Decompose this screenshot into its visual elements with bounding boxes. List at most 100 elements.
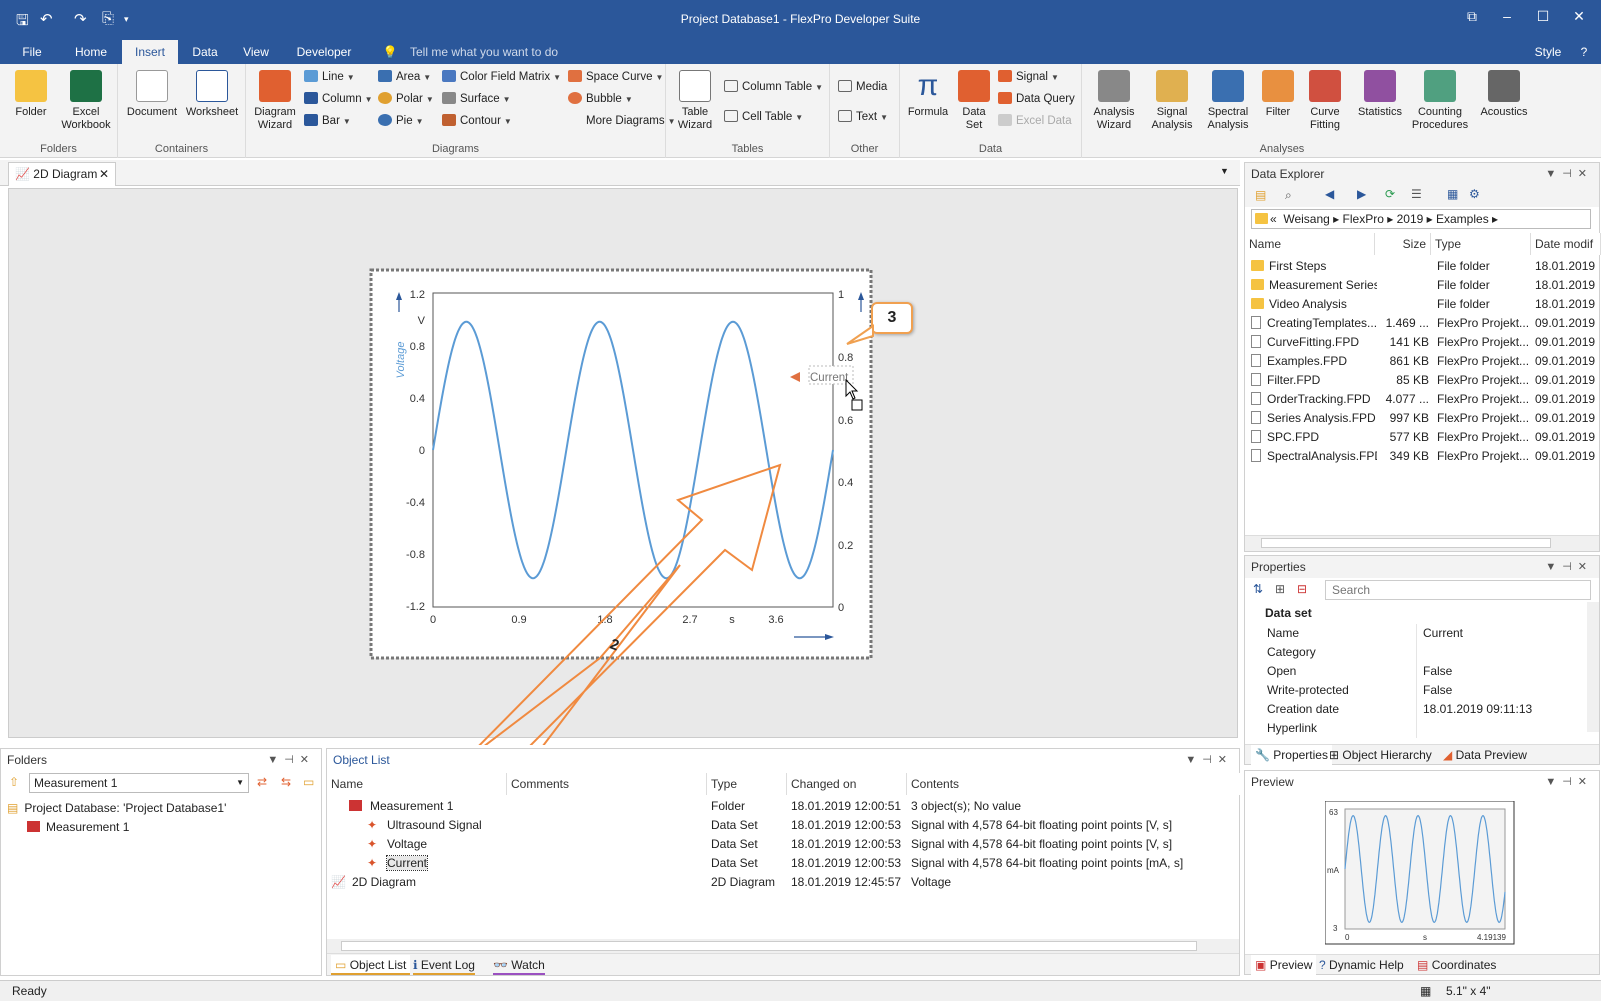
property-row[interactable]: Category: [1245, 643, 1587, 662]
explorer-row[interactable]: Video Analysis File folder 18.01.2019: [1245, 295, 1599, 314]
explorer-row[interactable]: SPC.FPD 577 KB FlexPro Projekt... 09.01.…: [1245, 428, 1599, 447]
maximize-button[interactable]: ☐: [1528, 8, 1558, 25]
property-key: Hyperlink: [1267, 719, 1417, 738]
curve-fitting-icon: [1309, 70, 1341, 102]
explorer-toolbar: ▤ ⌕ ◀ ▶ ⟳ ☰ ▦ ⚙: [1245, 185, 1599, 207]
ribbon-display-icon[interactable]: ⧉: [1457, 8, 1487, 25]
file-size: 4.077 ...: [1385, 392, 1429, 406]
explorer-row[interactable]: Filter.FPD 85 KB FlexPro Projekt... 09.0…: [1245, 371, 1599, 390]
help-icon[interactable]: ?: [1576, 40, 1592, 64]
acoustics-button[interactable]: Acoustics: [1476, 70, 1532, 119]
address-bar[interactable]: « Weisang ▸ FlexPro ▸ 2019 ▸ Examples ▸: [1251, 209, 1591, 229]
counting-procedures-button[interactable]: Counting Procedures: [1408, 70, 1472, 132]
explorer-row[interactable]: CreatingTemplates.... 1.469 ... FlexPro …: [1245, 314, 1599, 333]
col-name[interactable]: Name: [327, 773, 507, 795]
minimize-button[interactable]: –: [1492, 8, 1522, 24]
panel-controls[interactable]: ▼⊣✕: [1545, 163, 1593, 185]
explorer-row[interactable]: Measurement Series File folder 18.01.201…: [1245, 276, 1599, 295]
explorer-row[interactable]: First Steps File folder 18.01.2019: [1245, 257, 1599, 276]
database-icon[interactable]: ▤: [1255, 188, 1266, 202]
horizontal-scrollbar[interactable]: [327, 939, 1239, 953]
object-changed: 18.01.2019 12:00:53: [791, 818, 902, 832]
curve-fitting-button[interactable]: Curve Fitting: [1300, 70, 1350, 132]
close-button[interactable]: ✕: [1564, 8, 1594, 25]
tab-coordinates[interactable]: ▤ Coordinates: [1417, 955, 1496, 975]
col-size[interactable]: Size: [1375, 233, 1431, 255]
object-row[interactable]: Measurement 1 Folder 18.01.2019 12:00:51…: [327, 797, 1239, 816]
explorer-row[interactable]: CurveFitting.FPD 141 KB FlexPro Projekt.…: [1245, 333, 1599, 352]
col-changed-on[interactable]: Changed on: [787, 773, 907, 795]
property-row[interactable]: Creation date 18.01.2019 09:11:13: [1245, 700, 1587, 719]
file-name: CreatingTemplates....: [1267, 316, 1377, 330]
tab-event-log[interactable]: ℹ Event Log: [413, 955, 475, 975]
properties-search-input[interactable]: [1325, 580, 1591, 600]
explorer-row[interactable]: Series Analysis.FPD 997 KB FlexPro Proje…: [1245, 409, 1599, 428]
file-type: FlexPro Projekt...: [1437, 335, 1530, 349]
delete-icon[interactable]: ⊟: [1297, 582, 1307, 596]
file-type: FlexPro Projekt...: [1437, 430, 1530, 444]
panel-controls[interactable]: ▼⊣✕: [1545, 771, 1593, 793]
back-icon[interactable]: ◀: [1325, 187, 1334, 201]
properties-tabs: 🔧 Properties ⊞ Object Hierarchy ◢ Data P…: [1245, 744, 1599, 765]
y-tick: 0.8: [410, 341, 425, 353]
new-folder-icon[interactable]: ⇄: [257, 775, 267, 789]
object-row[interactable]: 📈 2D Diagram 2D Diagram 18.01.2019 12:45:…: [327, 873, 1239, 892]
move-folder-icon[interactable]: ⇆: [281, 775, 291, 789]
diagram-frame[interactable]: [369, 268, 873, 660]
file-date: 09.01.2019: [1535, 430, 1596, 444]
property-row[interactable]: Open False: [1245, 662, 1587, 681]
property-row[interactable]: Name Current: [1245, 624, 1587, 643]
statistics-button[interactable]: Statistics: [1352, 70, 1408, 119]
object-row[interactable]: ✦ Current Data Set 18.01.2019 12:00:53 Si…: [327, 854, 1239, 873]
sort-icon[interactable]: ⇅: [1253, 582, 1263, 596]
panel-controls[interactable]: ▼⊣✕: [1545, 556, 1593, 578]
col-type[interactable]: Type: [1431, 233, 1531, 255]
panel-controls[interactable]: ▼⊣✕: [267, 749, 315, 771]
refresh-icon[interactable]: ⟳: [1385, 187, 1395, 201]
view-icon[interactable]: ☰: [1411, 187, 1422, 201]
file-size: 861 KB: [1389, 354, 1429, 368]
tab-properties[interactable]: 🔧 Properties: [1251, 745, 1332, 765]
y2-tick: 0.8: [838, 352, 853, 364]
explorer-row[interactable]: Examples.FPD 861 KB FlexPro Projekt... 0…: [1245, 352, 1599, 371]
object-name: Voltage: [387, 837, 428, 851]
panel-controls[interactable]: ▼⊣✕: [1185, 749, 1233, 771]
folder-dropdown[interactable]: Measurement 1 ▼: [29, 773, 249, 793]
col-name[interactable]: Name: [1245, 233, 1375, 255]
up-folder-icon[interactable]: ⇧: [9, 775, 19, 789]
folder-icon: [349, 800, 362, 811]
object-row[interactable]: ✦ Voltage Data Set 18.01.2019 12:00:53 Si…: [327, 835, 1239, 854]
object-changed: 18.01.2019 12:45:57: [791, 875, 902, 889]
col-comments[interactable]: Comments: [507, 773, 707, 795]
tab-object-hierarchy[interactable]: ⊞ Object Hierarchy: [1329, 745, 1432, 765]
tab-preview[interactable]: ▣ Preview: [1251, 955, 1317, 975]
col-type[interactable]: Type: [707, 773, 787, 795]
filter-button[interactable]: Filter: [1258, 70, 1298, 119]
explorer-row[interactable]: SpectralAnalysis.FPD 349 KB FlexPro Proj…: [1245, 447, 1599, 466]
file-icon: [1251, 373, 1261, 386]
object-row[interactable]: ✦ Ultrasound Signal Data Set 18.01.2019 1…: [327, 816, 1239, 835]
open-folder-icon[interactable]: ▭: [303, 775, 314, 789]
tree-item-database[interactable]: ▤ Project Database: 'Project Database1': [1, 799, 321, 818]
callout-3: 3: [871, 302, 913, 334]
search-icon[interactable]: ⌕: [1285, 188, 1292, 203]
forward-icon[interactable]: ▶: [1357, 187, 1366, 201]
horizontal-scrollbar[interactable]: [1245, 535, 1599, 551]
tab-dynamic-help[interactable]: ? Dynamic Help: [1319, 955, 1404, 975]
col-contents[interactable]: Contents: [907, 773, 1241, 795]
explorer-row[interactable]: OrderTracking.FPD 4.077 ... FlexPro Proj…: [1245, 390, 1599, 409]
folder-icon: [1251, 260, 1264, 271]
gear-icon[interactable]: ⚙: [1469, 187, 1480, 201]
categorize-icon[interactable]: ⊞: [1275, 582, 1285, 596]
property-row[interactable]: Write-protected False: [1245, 681, 1587, 700]
col-date[interactable]: Date modif: [1531, 233, 1601, 255]
vertical-scrollbar[interactable]: [1587, 602, 1599, 732]
tab-watch[interactable]: 👓 Watch: [493, 955, 545, 975]
preview-chart: 63 mA 3 0 s 4.19139: [1325, 801, 1515, 945]
style-menu[interactable]: Style: [1528, 40, 1568, 64]
table-icon[interactable]: ▦: [1447, 187, 1458, 201]
tab-object-list[interactable]: ▭ Object List: [331, 955, 411, 975]
property-row[interactable]: Hyperlink: [1245, 719, 1587, 738]
tab-data-preview[interactable]: ◢ Data Preview: [1443, 745, 1527, 765]
tree-item-measurement[interactable]: Measurement 1: [1, 818, 321, 837]
